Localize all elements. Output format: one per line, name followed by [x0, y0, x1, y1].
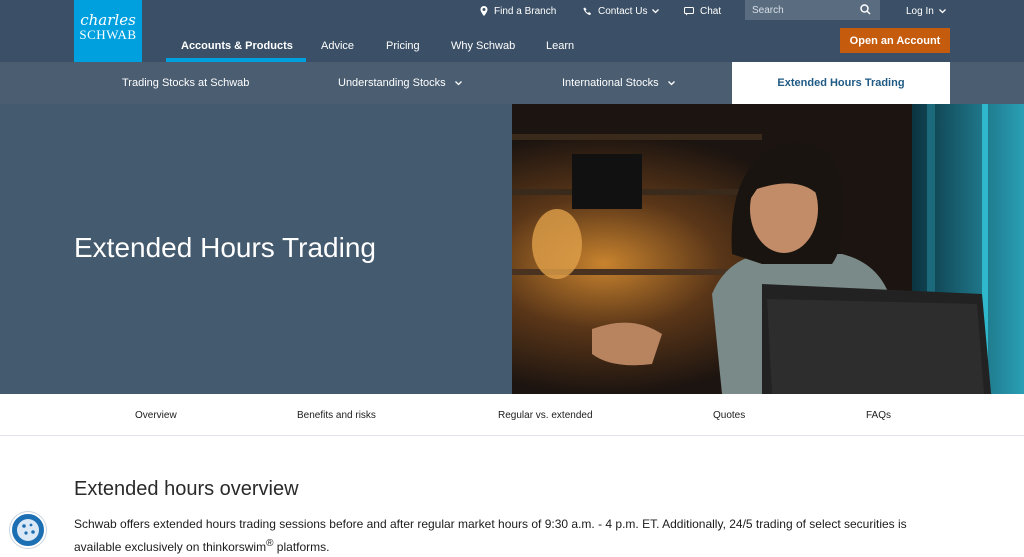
- search-icon[interactable]: [860, 4, 871, 15]
- subnav-trading-stocks-label: Trading Stocks at Schwab: [122, 77, 250, 89]
- site-header: charles SCHWAB Find a Branch Contact Us …: [0, 0, 1024, 62]
- phone-icon: [583, 7, 591, 15]
- location-pin-icon: [480, 6, 488, 16]
- subnav-extended-hours-label: Extended Hours Trading: [777, 77, 905, 89]
- schwab-logo[interactable]: charles SCHWAB: [74, 0, 142, 62]
- section-link-benefits-risks[interactable]: Benefits and risks: [297, 394, 376, 436]
- open-account-button[interactable]: Open an Account: [840, 28, 950, 53]
- hero-banner: Extended Hours Trading: [0, 104, 1024, 394]
- contact-us-menu[interactable]: Contact Us: [583, 0, 660, 22]
- chevron-down-icon: [938, 8, 946, 13]
- logo-line1: charles: [80, 11, 136, 29]
- cookie-preferences-button[interactable]: [10, 512, 46, 548]
- chat-link[interactable]: Chat: [684, 0, 721, 22]
- section-link-regular-vs-extended[interactable]: Regular vs. extended: [498, 394, 593, 436]
- section-link-quotes[interactable]: Quotes: [713, 394, 745, 436]
- nav-advice[interactable]: Advice: [321, 40, 354, 52]
- section-heading: Extended hours overview: [74, 478, 299, 500]
- section-body: Schwab offers extended hours trading ses…: [74, 514, 954, 557]
- chevron-down-icon: [667, 80, 675, 85]
- search-input[interactable]: [752, 4, 852, 16]
- sub-navigation: Trading Stocks at Schwab Understanding S…: [0, 62, 1024, 104]
- find-branch-label: Find a Branch: [494, 5, 557, 17]
- chevron-down-icon: [454, 80, 462, 85]
- subnav-international-stocks-label: International Stocks: [562, 77, 659, 89]
- body-text-1: Schwab offers extended hours trading ses…: [74, 517, 907, 554]
- chat-label: Chat: [700, 5, 722, 17]
- logo-line2: SCHWAB: [79, 27, 137, 42]
- login-menu[interactable]: Log In: [906, 0, 946, 22]
- subnav-extended-hours[interactable]: Extended Hours Trading: [732, 62, 950, 104]
- contact-us-label: Contact Us: [598, 5, 648, 17]
- login-label: Log In: [906, 5, 934, 17]
- body-text-2: platforms.: [273, 540, 330, 554]
- page-section-nav: Overview Benefits and risks Regular vs. …: [0, 394, 1024, 436]
- subnav-international-stocks[interactable]: International Stocks: [562, 62, 675, 104]
- nav-accounts-products[interactable]: Accounts & Products: [181, 40, 293, 52]
- nav-pricing[interactable]: Pricing: [386, 40, 420, 52]
- page-title: Extended Hours Trading: [74, 232, 376, 263]
- hero-photo-woman-laptop: [512, 104, 1024, 394]
- cookie-icon: [17, 519, 39, 541]
- chevron-down-icon: [652, 8, 660, 13]
- subnav-understanding-stocks-label: Understanding Stocks: [338, 77, 446, 89]
- search-box: [745, 0, 880, 20]
- chat-bubble-icon: [684, 6, 694, 15]
- subnav-understanding-stocks[interactable]: Understanding Stocks: [338, 62, 462, 104]
- find-branch-link[interactable]: Find a Branch: [480, 0, 556, 22]
- nav-why-schwab[interactable]: Why Schwab: [451, 40, 515, 52]
- nav-learn[interactable]: Learn: [546, 40, 574, 52]
- section-link-overview[interactable]: Overview: [135, 394, 177, 436]
- subnav-trading-stocks[interactable]: Trading Stocks at Schwab: [122, 62, 249, 104]
- section-link-faqs[interactable]: FAQs: [866, 394, 891, 436]
